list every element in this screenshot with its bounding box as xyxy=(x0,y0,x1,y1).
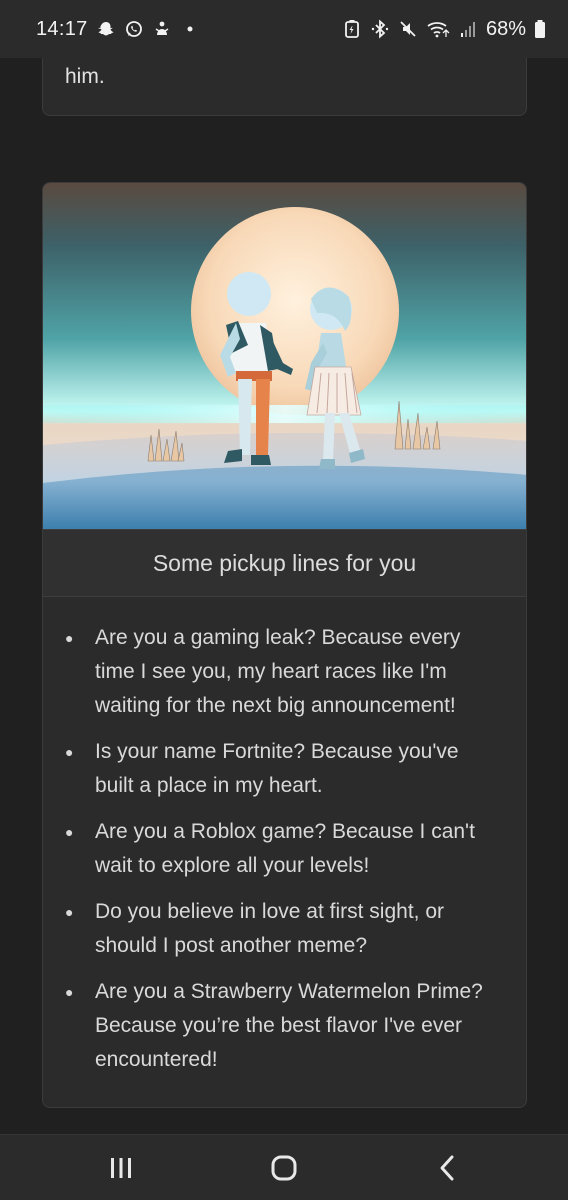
bullet-icon: ● xyxy=(65,824,74,840)
list-item: ● Are you a Strawberry Watermelon Prime?… xyxy=(65,975,498,1077)
pickup-lines-list: ● Are you a gaming leak? Because every t… xyxy=(43,597,526,1077)
bluetooth-icon xyxy=(370,18,390,40)
bullet-icon: ● xyxy=(65,744,74,760)
notification-icon xyxy=(152,18,172,40)
mute-icon xyxy=(398,18,418,40)
back-icon xyxy=(440,1155,454,1180)
pickup-line-text: Are you a Strawberry Watermelon Prime? B… xyxy=(95,980,483,1071)
snapchat-icon xyxy=(96,18,116,40)
pickup-lines-card: Some pickup lines for you ● Are you a ga… xyxy=(42,182,527,1108)
pickup-line-text: Do you believe in love at first sight, o… xyxy=(95,900,445,957)
bullet-icon: ● xyxy=(65,984,74,1000)
home-icon xyxy=(271,1155,297,1180)
list-item: ● Are you a Roblox game? Because I can't… xyxy=(65,815,498,883)
pickup-line-text: Are you a gaming leak? Because every tim… xyxy=(95,626,461,717)
list-item: ● Do you believe in love at first sight,… xyxy=(65,895,498,963)
list-item: ● Are you a gaming leak? Because every t… xyxy=(65,621,498,723)
dot-icon xyxy=(180,18,200,40)
card-title: Some pickup lines for you xyxy=(43,529,526,597)
previous-message-card: him. xyxy=(42,58,527,116)
pickup-line-text: Is your name Fortnite? Because you've bu… xyxy=(95,740,459,797)
whatsapp-icon xyxy=(124,18,144,40)
previous-message-text: him. xyxy=(65,65,105,88)
bullet-icon: ● xyxy=(65,904,74,920)
status-time: 14:17 xyxy=(36,17,88,40)
status-right: 68% xyxy=(342,18,546,41)
couple-illustration[interactable] xyxy=(43,183,527,529)
battery-saver-icon xyxy=(342,18,362,40)
wifi-icon xyxy=(426,18,450,40)
back-button[interactable] xyxy=(417,1143,477,1193)
chat-scroll-area[interactable]: him. Some pickup lines for you ● Are you… xyxy=(0,58,568,1134)
recent-apps-icon xyxy=(111,1157,132,1178)
status-bar: 14:17 68% xyxy=(0,0,568,58)
list-item: ● Is your name Fortnite? Because you've … xyxy=(65,735,498,803)
navigation-bar xyxy=(0,1134,568,1200)
status-left: 14:17 xyxy=(36,18,200,41)
pickup-line-text: Are you a Roblox game? Because I can't w… xyxy=(95,820,475,877)
home-button[interactable] xyxy=(254,1143,314,1193)
battery-percent: 68% xyxy=(485,17,526,40)
battery-icon xyxy=(534,18,546,40)
signal-icon xyxy=(458,18,478,40)
bullet-icon: ● xyxy=(65,630,74,646)
recent-apps-button[interactable] xyxy=(91,1143,151,1193)
